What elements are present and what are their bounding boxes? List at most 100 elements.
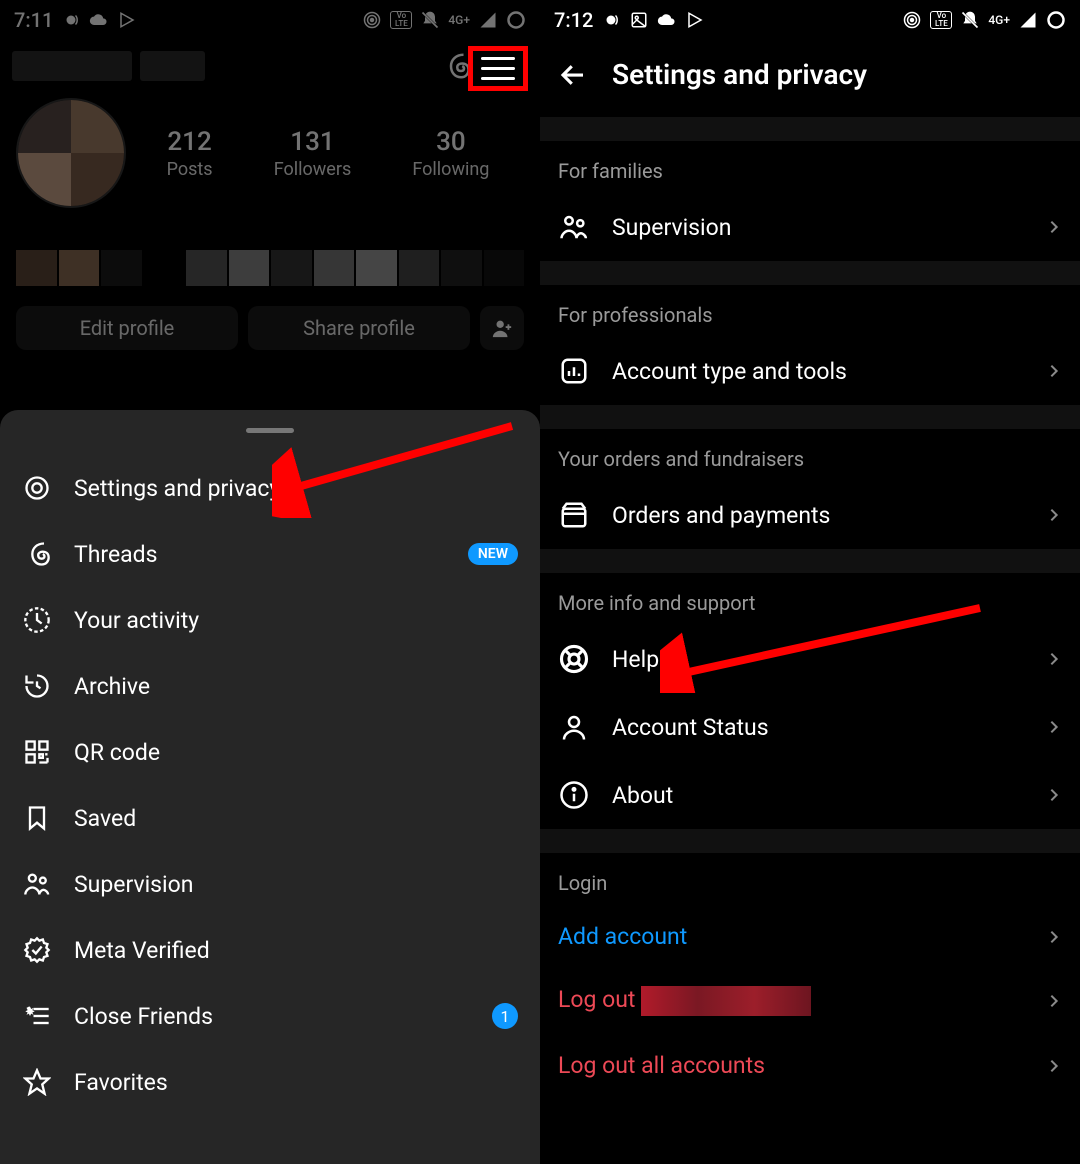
followers-stat[interactable]: 131 Followers [274, 127, 352, 180]
username-redacted [12, 51, 420, 81]
menu-qr-label: QR code [74, 739, 160, 766]
row-logout-all[interactable]: Log out all accounts [540, 1034, 1080, 1097]
profile-screen: 7:11 VoLTE 4G+ [0, 0, 540, 368]
row-supervision[interactable]: Supervision [540, 193, 1080, 261]
section-login-label: Login [540, 853, 1080, 905]
chevron-right-icon [1046, 929, 1062, 945]
help-icon [558, 643, 590, 675]
phone-left: 7:11 VoLTE 4G+ [0, 0, 540, 1164]
section-login: Login Add account Log out Log out all ac… [540, 829, 1080, 1097]
chevron-right-icon [1046, 1058, 1062, 1074]
following-label: Following [412, 159, 489, 180]
row-logout-user[interactable]: Log out [540, 968, 1080, 1034]
archive-icon [22, 671, 52, 701]
following-stat[interactable]: 30 Following [412, 127, 489, 180]
row-account-tools[interactable]: Account type and tools [540, 337, 1080, 405]
menu-meta-verified[interactable]: Meta Verified [0, 917, 540, 983]
discover-people-button[interactable] [480, 306, 524, 350]
qr-icon [22, 737, 52, 767]
menu-archive[interactable]: Archive [0, 653, 540, 719]
section-support-label: More info and support [540, 573, 1080, 625]
menu-settings-label: Settings and privacy [74, 475, 280, 502]
share-profile-button[interactable]: Share profile [248, 306, 470, 350]
carrier-icon [61, 10, 81, 30]
activity-icon [22, 605, 52, 635]
gear-icon [22, 473, 52, 503]
chevron-right-icon [1046, 507, 1062, 523]
profile-menu-sheet: Settings and privacy Threads NEW Your ac… [0, 410, 540, 1164]
menu-close-friends-label: Close Friends [74, 1003, 213, 1030]
close-friends-icon [22, 1001, 52, 1031]
followers-label: Followers [274, 159, 352, 180]
star-icon [22, 1067, 52, 1097]
network-label: 4G+ [448, 13, 470, 27]
row-add-label: Add account [558, 923, 687, 950]
menu-settings-privacy[interactable]: Settings and privacy [0, 455, 540, 521]
orders-icon [558, 499, 590, 531]
cloud-icon [89, 10, 109, 30]
menu-activity-label: Your activity [74, 607, 199, 634]
row-status-label: Account Status [612, 714, 769, 741]
menu-threads[interactable]: Threads NEW [0, 521, 540, 587]
status-time: 7:11 [14, 8, 53, 32]
menu-qr-code[interactable]: QR code [0, 719, 540, 785]
menu-favorites-label: Favorites [74, 1069, 168, 1096]
section-families-label: For families [540, 141, 1080, 193]
section-professionals-label: For professionals [540, 285, 1080, 337]
status-bar: 7:12 VoLTE 4G+ [540, 0, 1080, 38]
battery-circle-icon [506, 10, 526, 30]
hotspot-icon [362, 10, 382, 30]
section-orders: Your orders and fundraisers Orders and p… [540, 405, 1080, 549]
row-about[interactable]: About [540, 761, 1080, 829]
menu-supervision[interactable]: Supervision [0, 851, 540, 917]
profile-button-row: Edit profile Share profile [0, 292, 540, 368]
battery-circle-icon [1046, 10, 1066, 30]
settings-title: Settings and privacy [612, 58, 867, 91]
silent-icon [960, 10, 980, 30]
row-account-status[interactable]: Account Status [540, 693, 1080, 761]
chevron-right-icon [1046, 219, 1062, 235]
row-orders-payments[interactable]: Orders and payments [540, 481, 1080, 549]
menu-favorites[interactable]: Favorites [0, 1049, 540, 1115]
username-redacted [641, 986, 811, 1016]
cloud-icon [657, 10, 677, 30]
volte-icon: VoLTE [930, 11, 952, 29]
section-orders-label: Your orders and fundraisers [540, 429, 1080, 481]
silent-icon [420, 10, 440, 30]
posts-stat[interactable]: 212 Posts [167, 127, 213, 180]
signal-icon [1018, 10, 1038, 30]
menu-saved[interactable]: Saved [0, 785, 540, 851]
menu-saved-label: Saved [74, 805, 136, 832]
bookmark-icon [22, 803, 52, 833]
profile-stats-row: 212 Posts 131 Followers 30 Following [0, 90, 540, 216]
verified-icon [22, 935, 52, 965]
info-icon [558, 779, 590, 811]
row-logout-label: Log out [558, 986, 811, 1016]
posts-count: 212 [167, 127, 213, 157]
hotspot-icon [902, 10, 922, 30]
row-supervision-label: Supervision [612, 214, 731, 241]
highlights-redacted [16, 250, 524, 286]
row-help[interactable]: Help [540, 625, 1080, 693]
sheet-grabber[interactable] [246, 428, 294, 433]
row-help-label: Help [612, 646, 659, 673]
edit-profile-button[interactable]: Edit profile [16, 306, 238, 350]
phone-right: 7:12 VoLTE 4G+ Settings and privacy For … [540, 0, 1080, 1164]
carrier-icon [601, 10, 621, 30]
back-button[interactable] [558, 60, 588, 90]
menu-threads-label: Threads [74, 541, 158, 568]
play-icon [117, 10, 137, 30]
row-add-account[interactable]: Add account [540, 905, 1080, 968]
menu-archive-label: Archive [74, 673, 150, 700]
count-badge: 1 [492, 1003, 518, 1029]
menu-your-activity[interactable]: Your activity [0, 587, 540, 653]
settings-header: Settings and privacy [540, 38, 1080, 117]
menu-meta-label: Meta Verified [74, 937, 210, 964]
threads-icon [22, 539, 52, 569]
row-logout-all-label: Log out all accounts [558, 1052, 765, 1079]
menu-close-friends[interactable]: Close Friends 1 [0, 983, 540, 1049]
section-families: For families Supervision [540, 117, 1080, 261]
menu-button-highlighted[interactable] [468, 46, 528, 91]
profile-avatar[interactable] [16, 98, 126, 208]
section-support: More info and support Help Account Statu… [540, 549, 1080, 829]
